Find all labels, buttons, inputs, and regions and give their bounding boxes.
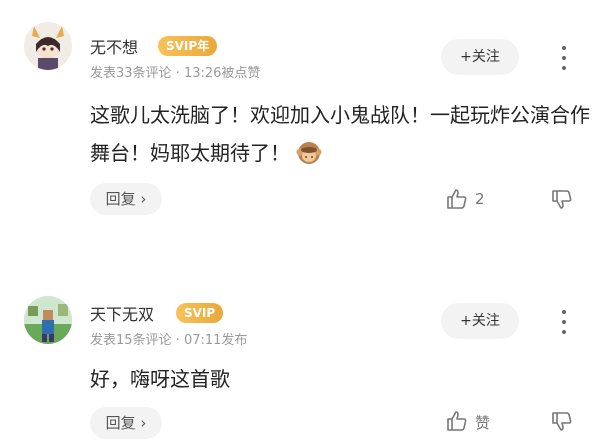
reply-button[interactable]: 回复 › (90, 407, 162, 439)
comment-meta: 发表15条评论 · 07:11发布 (90, 333, 248, 348)
like-count: 2 (475, 190, 485, 208)
username[interactable]: 无不想 (90, 34, 138, 58)
like-label: 赞 (475, 414, 491, 432)
more-options-icon[interactable] (555, 44, 573, 72)
like-button[interactable]: 赞 (445, 409, 505, 437)
svip-badge: SVIP年 (158, 36, 218, 56)
comment-text: 好，嗨呀这首歌 (90, 367, 230, 391)
comment-card: 无不想 SVIP年 发表33条评论 · 13:26被点赞 +关注 这歌儿太洗脑了… (0, 0, 600, 240)
avatar[interactable] (24, 296, 72, 344)
thumbs-up-icon (447, 411, 467, 431)
reply-button[interactable]: 回复 › (90, 183, 162, 215)
dislike-button[interactable] (550, 409, 578, 437)
svip-badge: SVIP (176, 303, 224, 323)
avatar[interactable] (24, 22, 72, 70)
follow-button[interactable]: +关注 (441, 39, 519, 75)
more-options-icon[interactable] (555, 308, 573, 336)
comment-card: 天下无双 SVIP 发表15条评论 · 07:11发布 +关注 好，嗨呀这首歌 … (0, 282, 600, 447)
thumbs-down-icon (552, 190, 572, 209)
dislike-button[interactable] (550, 187, 578, 215)
username[interactable]: 天下无双 (90, 301, 154, 325)
comment-meta: 发表33条评论 · 13:26被点赞 (90, 66, 261, 81)
monkey-icon (296, 139, 322, 165)
follow-button[interactable]: +关注 (441, 303, 519, 339)
comment-text: 这歌儿太洗脑了！欢迎加入小鬼战队！一起玩炸公演合作舞台！妈耶太期待了！ (90, 96, 590, 172)
like-button[interactable]: 2 (445, 187, 505, 215)
thumbs-up-icon (447, 189, 467, 209)
comment-text-content: 这歌儿太洗脑了！欢迎加入小鬼战队！一起玩炸公演合作舞台！妈耶太期待了！ (90, 103, 590, 165)
thumbs-down-icon (552, 412, 572, 431)
